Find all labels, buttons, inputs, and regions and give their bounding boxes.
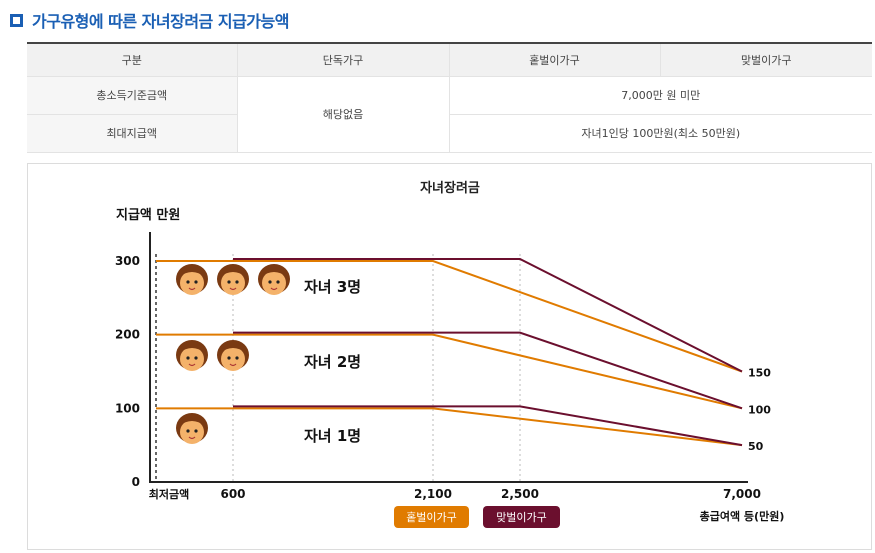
chart-canvas: 자녀장려금지급액 만원 0 100 200 300 최저금액 600 2,100 2,500 7,… — [115, 180, 785, 523]
y-tick-label: 0 — [132, 475, 140, 489]
x-tick-label: 600 — [220, 487, 245, 501]
section-title: 가구유형에 따른 자녀장려금 지급가능액 — [32, 12, 289, 31]
row-label-max-amount: 최대지급액 — [27, 114, 238, 153]
x-axis-label: 총급여액 등(만원) — [700, 509, 785, 523]
y-tick-label: 100 — [115, 401, 140, 415]
row-label-income: 총소득기준금액 — [27, 76, 238, 115]
header-single: 단독가구 — [237, 42, 450, 77]
child-face-icon — [176, 340, 208, 371]
table-row: 총소득기준금액 해당없음 7,000만 원 미만 — [27, 76, 872, 153]
section-heading: 가구유형에 따른 자녀장려금 지급가능액 — [10, 8, 289, 32]
end-value-label: 100 — [748, 403, 771, 416]
child-face-icon — [176, 264, 208, 295]
chart-title: 자녀장려금 — [420, 180, 480, 196]
header-dual-earner: 맞벌이가구 — [660, 42, 872, 77]
child-benefit-chart: 자녀장려금지급액 만원 0 100 200 300 최저금액 600 2,100 2,500 7,… — [27, 163, 872, 550]
header-category: 구분 — [27, 42, 238, 77]
header-single-earner: 홑벌이가구 — [449, 42, 661, 77]
cell-single-not-applicable: 해당없음 — [237, 76, 450, 153]
children-count-label: 자녀 1명 — [304, 427, 361, 445]
legend-item: 맞벌이가구 — [483, 506, 560, 528]
x-tick-label: 최저금액 — [149, 487, 189, 501]
cell-income-limit: 7,000만 원 미만 — [449, 76, 872, 115]
end-value-label: 50 — [748, 440, 764, 453]
children-count-label: 자녀 2명 — [304, 353, 361, 371]
child-face-icon — [217, 340, 249, 371]
cell-max-amount: 자녀1인당 100만원(최소 50만원) — [449, 114, 872, 153]
eligibility-table: 구분 단독가구 홑벌이가구 맞벌이가구 총소득기준금액 해당없음 7,000만 … — [27, 42, 872, 153]
legend-item: 홑벌이가구 — [394, 506, 469, 528]
y-tick-label: 200 — [115, 328, 140, 342]
y-axis-label: 지급액 만원 — [116, 207, 180, 223]
children-count-label: 자녀 3명 — [304, 278, 361, 296]
series-line-4 — [156, 407, 743, 447]
x-tick-label: 2,500 — [501, 487, 539, 501]
table-header-row: 구분 단독가구 홑벌이가구 맞벌이가구 — [27, 42, 872, 77]
child-face-icon — [258, 264, 290, 295]
x-tick-label: 2,100 — [414, 487, 452, 501]
child-face-icon — [217, 264, 249, 295]
y-tick-label: 300 — [115, 254, 140, 268]
x-tick-label: 7,000 — [723, 487, 761, 501]
square-bullet-icon — [10, 13, 23, 27]
child-face-icon — [176, 413, 208, 444]
end-value-label: 150 — [748, 367, 771, 380]
table-row: 최대지급액 자녀1인당 100만원(최소 50만원) — [27, 114, 872, 153]
